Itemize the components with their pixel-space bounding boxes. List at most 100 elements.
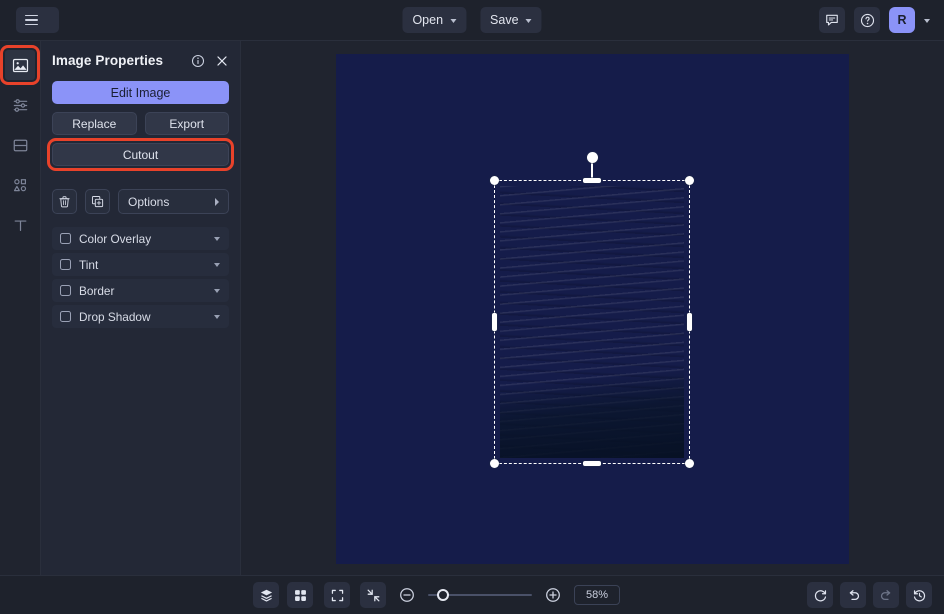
border-checkbox[interactable] [60,285,71,296]
chevron-down-icon[interactable] [214,289,220,293]
grid-button[interactable] [287,582,313,608]
color-overlay-checkbox[interactable] [60,233,71,244]
top-center-menus: Open Save [402,7,541,33]
close-button[interactable] [215,54,229,68]
artboard[interactable] [336,54,849,564]
avatar-initial: R [897,13,906,27]
info-circle-icon [191,54,205,68]
export-button[interactable]: Export [145,112,230,135]
bottom-left-actions [253,582,313,608]
zoom-level-value[interactable]: 58% [574,585,620,605]
fit-selection-icon [366,588,381,603]
shapes-icon [12,177,29,194]
hamburger-menu-icon[interactable] [25,15,38,26]
resize-handle-top-left[interactable] [490,176,499,185]
redo-icon [879,588,894,603]
options-label: Options [128,195,169,209]
options-button[interactable]: Options [118,189,229,214]
info-button[interactable] [191,54,205,68]
zoom-in-icon [545,587,561,603]
effect-row-color-overlay[interactable]: Color Overlay [52,227,229,250]
top-right-actions: R [819,7,936,33]
reset-icon [813,588,828,603]
text-t-icon [12,217,29,234]
replace-button[interactable]: Replace [52,112,137,135]
redo-button[interactable] [873,582,899,608]
duplicate-button[interactable] [85,189,110,214]
drop-shadow-checkbox[interactable] [60,311,71,322]
undo-icon [846,588,861,603]
help-circle-icon [860,13,875,28]
edit-image-button[interactable]: Edit Image [52,81,229,104]
layout-frame-icon [12,137,29,154]
object-tools-row: Options [52,189,229,214]
effect-row-border[interactable]: Border [52,279,229,302]
app-body: Image Properties [0,41,944,575]
sidebar-item-shapes[interactable] [5,170,35,200]
account-chevron-down-icon[interactable] [924,19,930,23]
layers-icon [259,588,274,603]
top-toolbar: Open Save [0,0,944,41]
sliders-icon [12,97,29,114]
undo-button[interactable] [840,582,866,608]
sidebar-item-layout[interactable] [5,130,35,160]
effect-row-drop-shadow[interactable]: Drop Shadow [52,305,229,328]
comment-icon [825,13,839,27]
zoom-slider-handle[interactable] [437,589,449,601]
graphic-designer-app: Open Save [0,0,944,614]
document-menu-chip[interactable] [16,7,59,33]
zoom-out-icon [399,587,415,603]
replace-export-row: Replace Export [52,112,229,135]
chevron-right-icon [215,198,219,206]
chevron-down-icon[interactable] [214,263,220,267]
canvas-area[interactable] [241,41,944,575]
effect-label: Drop Shadow [79,310,150,324]
selection-bounding-box[interactable] [494,180,690,464]
chevron-down-icon [450,19,456,23]
zoom-out-button[interactable] [396,584,418,606]
layers-button[interactable] [253,582,279,608]
effect-label: Color Overlay [79,232,151,246]
panel-header-actions [191,54,229,68]
sidebar-item-adjustments[interactable] [5,90,35,120]
comment-button[interactable] [819,7,845,33]
zoom-controls: 58% [324,582,620,608]
open-menu-label: Open [412,13,443,27]
grid-icon [293,588,308,603]
reset-button[interactable] [807,582,833,608]
save-menu-button[interactable]: Save [480,7,542,33]
save-menu-label: Save [490,13,519,27]
close-x-icon [215,54,229,68]
help-button[interactable] [854,7,880,33]
sidebar-item-image[interactable] [5,50,35,80]
fit-to-screen-button[interactable] [324,582,350,608]
avatar[interactable]: R [889,7,915,33]
rotate-handle[interactable] [587,152,598,163]
cutout-button[interactable]: Cutout [52,143,229,166]
chevron-down-icon[interactable] [214,315,220,319]
resize-handle-left[interactable] [492,313,497,331]
chevron-down-icon[interactable] [214,237,220,241]
history-icon [912,588,927,603]
resize-handle-bottom-left[interactable] [490,459,499,468]
tint-checkbox[interactable] [60,259,71,270]
fit-selection-button[interactable] [360,582,386,608]
resize-handle-top-right[interactable] [685,176,694,185]
open-menu-button[interactable]: Open [402,7,466,33]
resize-handle-bottom[interactable] [583,461,601,466]
zoom-in-button[interactable] [542,584,564,606]
effect-row-tint[interactable]: Tint [52,253,229,276]
sidebar-item-text[interactable] [5,210,35,240]
page-title: Image Properties [52,53,163,68]
fit-to-screen-icon [330,588,345,603]
history-button[interactable] [906,582,932,608]
resize-handle-top[interactable] [583,178,601,183]
left-tool-rail [0,41,41,575]
image-icon [12,57,29,74]
trash-icon [58,195,71,208]
resize-handle-bottom-right[interactable] [685,459,694,468]
delete-button[interactable] [52,189,77,214]
resize-handle-right[interactable] [687,313,692,331]
zoom-slider[interactable] [428,588,532,602]
cutout-highlight-box: Cutout [52,143,229,166]
